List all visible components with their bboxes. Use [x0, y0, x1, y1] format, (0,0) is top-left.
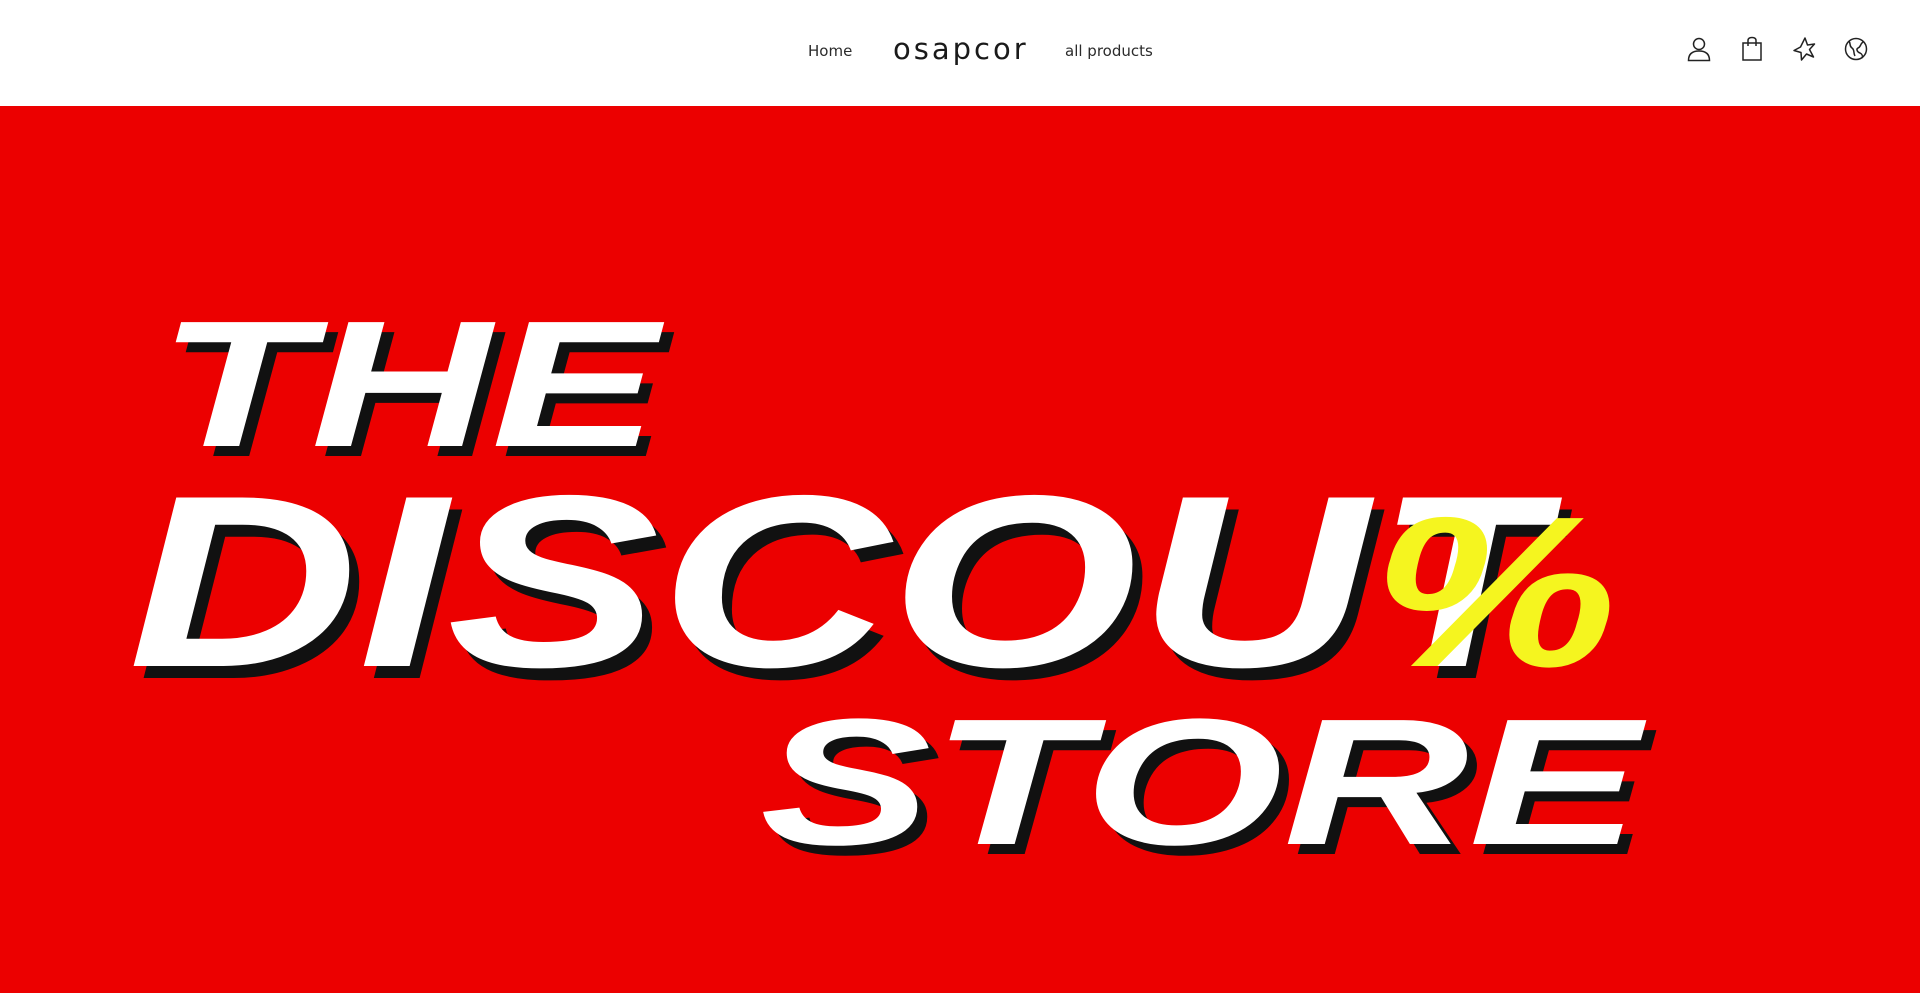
site-header: Home osapcor all products [0, 0, 1920, 106]
logo-percent-symbol: % [1372, 471, 1617, 712]
logo-discount-part1: DISCOU [128, 444, 1375, 718]
language-button[interactable] [1841, 34, 1871, 64]
account-button[interactable] [1684, 34, 1714, 64]
logo-line-store: STORE [760, 682, 1647, 883]
hero-banner: THE THE DISCOU DISCOU T T % STORE STORE [0, 106, 1920, 993]
brand-logo[interactable]: osapcor [893, 31, 1029, 67]
cart-button[interactable] [1737, 34, 1767, 64]
nav-home-link[interactable]: Home [808, 41, 852, 61]
wishlist-button[interactable] [1789, 34, 1819, 64]
nav-all-products-link[interactable]: all products [1065, 41, 1153, 61]
discount-store-logo: THE THE DISCOU DISCOU T T % STORE STORE [0, 106, 1920, 993]
user-icon [1687, 37, 1711, 62]
globe-icon [1844, 37, 1868, 61]
wishlist-icon [1793, 37, 1816, 61]
shopping-bag-icon [1742, 36, 1762, 61]
